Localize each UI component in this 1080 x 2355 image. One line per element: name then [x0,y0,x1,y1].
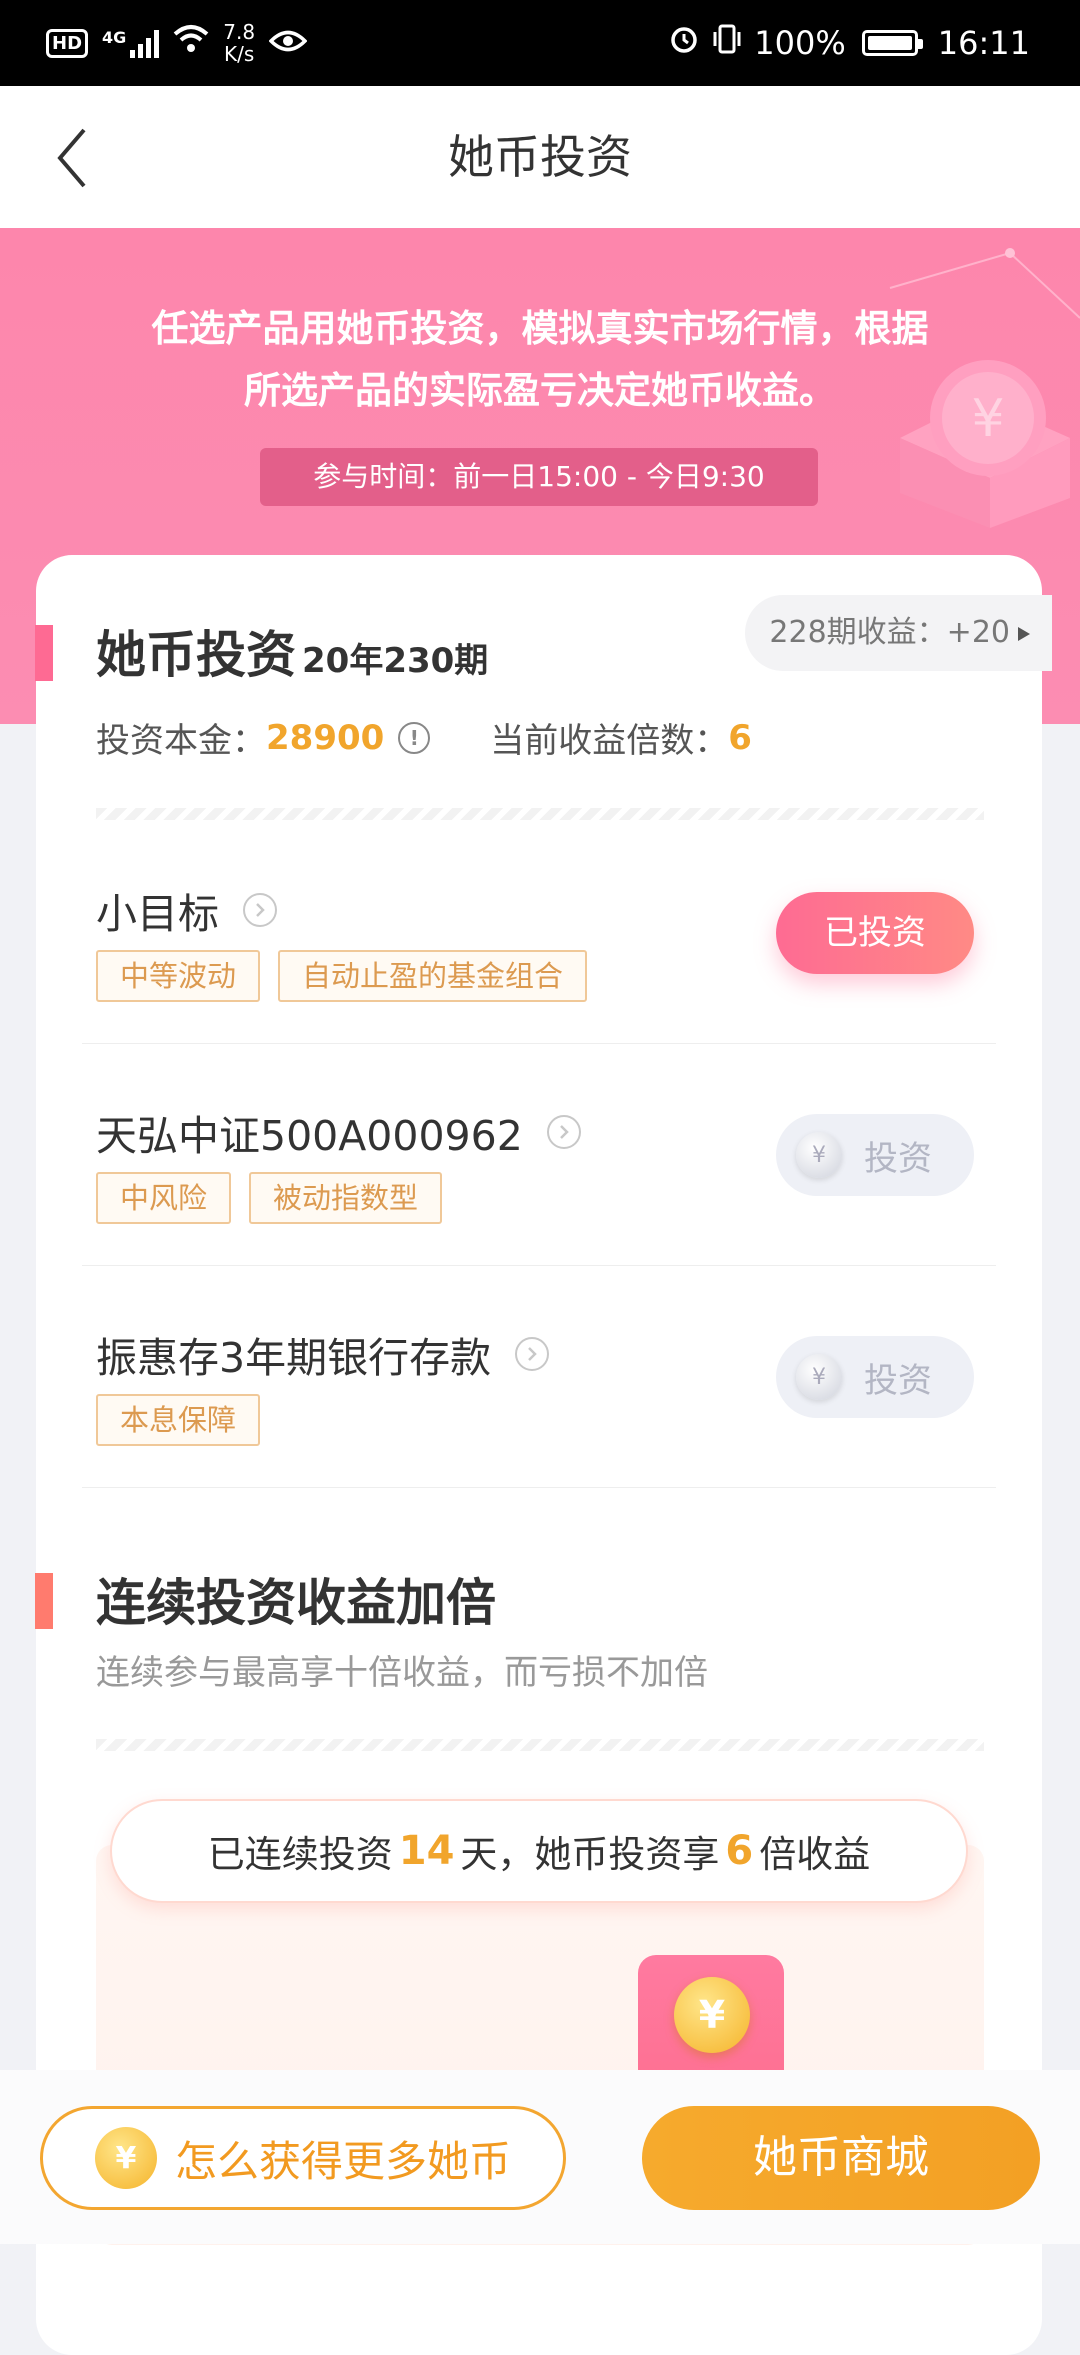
info-icon[interactable]: ! [398,721,431,754]
bottom-bar: ¥ 怎么获得更多她币 她币商城 [0,2070,1080,2244]
bonus-description: 连续参与最高享十倍收益，而亏损不加倍 [96,1653,708,1693]
nav-bar: 她币投资 [0,86,1080,228]
product-item[interactable]: 小目标 中等波动 自动止盈的基金组合 已投资 [82,822,996,1044]
network-icon: 4G [102,28,160,58]
invest-button[interactable]: ¥ 投资 [776,1336,974,1418]
investment-stats: 投资本金： 28900 ! 当前收益倍数： 6 [96,717,752,762]
coin-icon: ¥ [796,1132,842,1178]
wifi-icon [173,24,209,62]
alarm-icon [668,23,700,63]
product-tag: 本息保障 [96,1394,261,1446]
coin-icon: ¥ [94,2127,157,2189]
invest-button[interactable]: ¥ 投资 [776,1114,974,1196]
invested-button[interactable]: 已投资 [776,892,974,974]
battery-icon [861,30,923,56]
product-tag: 中等波动 [96,950,261,1002]
network-speed: 7.8 K/s [223,20,256,66]
eye-icon [268,24,308,62]
chevron-right-icon[interactable] [546,1115,581,1149]
investment-title: 她币投资 20年230期 [96,626,489,684]
coin-mall-button[interactable]: 她币商城 [642,2106,1040,2210]
section-marker [35,625,53,681]
principal-value: 28900 [266,717,385,758]
streak-days: 14 [398,1828,455,1874]
product-name: 小目标 [96,890,219,938]
streak-multiplier: 6 [725,1828,754,1874]
clock: 16:11 [937,24,1030,62]
status-bar: HD 4G 7.8 K/s 100% 16:11 [0,0,1080,86]
previous-earning-button[interactable]: 228期收益：+20 [745,595,1052,671]
participation-time: 参与时间：前一日15:00 - 今日9:30 [260,448,818,506]
page-title: 她币投资 [448,130,632,184]
section-marker [35,1573,53,1629]
hd-icon: HD [46,28,89,58]
period-label: 20年230期 [302,641,489,681]
bonus-title: 连续投资收益加倍 [96,1574,496,1632]
divider [96,1739,984,1751]
product-tag: 中风险 [96,1172,232,1224]
product-item[interactable]: 天弘中证500A000962 中风险 被动指数型 ¥ 投资 [82,1044,996,1266]
multiplier-value: 6 [728,717,752,758]
product-name: 振惠存3年期银行存款 [96,1334,492,1382]
streak-summary: 已连续投资 14 天，她币投资享 6 倍收益 [110,1799,968,1903]
product-tag: 自动止盈的基金组合 [278,950,588,1002]
coin-icon: ¥ [796,1354,842,1400]
product-item[interactable]: 振惠存3年期银行存款 本息保障 ¥ 投资 [82,1266,996,1488]
product-name: 天弘中证500A000962 [96,1112,523,1160]
battery-percent: 100% [754,24,846,62]
how-to-earn-button[interactable]: ¥ 怎么获得更多她币 [40,2106,566,2210]
coin-icon: ¥ [674,1977,750,2053]
chevron-right-icon[interactable] [243,893,277,927]
chevron-right-icon[interactable] [515,1337,550,1371]
divider [96,808,984,820]
product-tag: 被动指数型 [249,1172,443,1224]
vibrate-icon [710,23,744,63]
banner-description: 任选产品用她币投资，模拟真实市场行情，根据 所选产品的实际盈亏决定她币收益。 [151,307,929,412]
